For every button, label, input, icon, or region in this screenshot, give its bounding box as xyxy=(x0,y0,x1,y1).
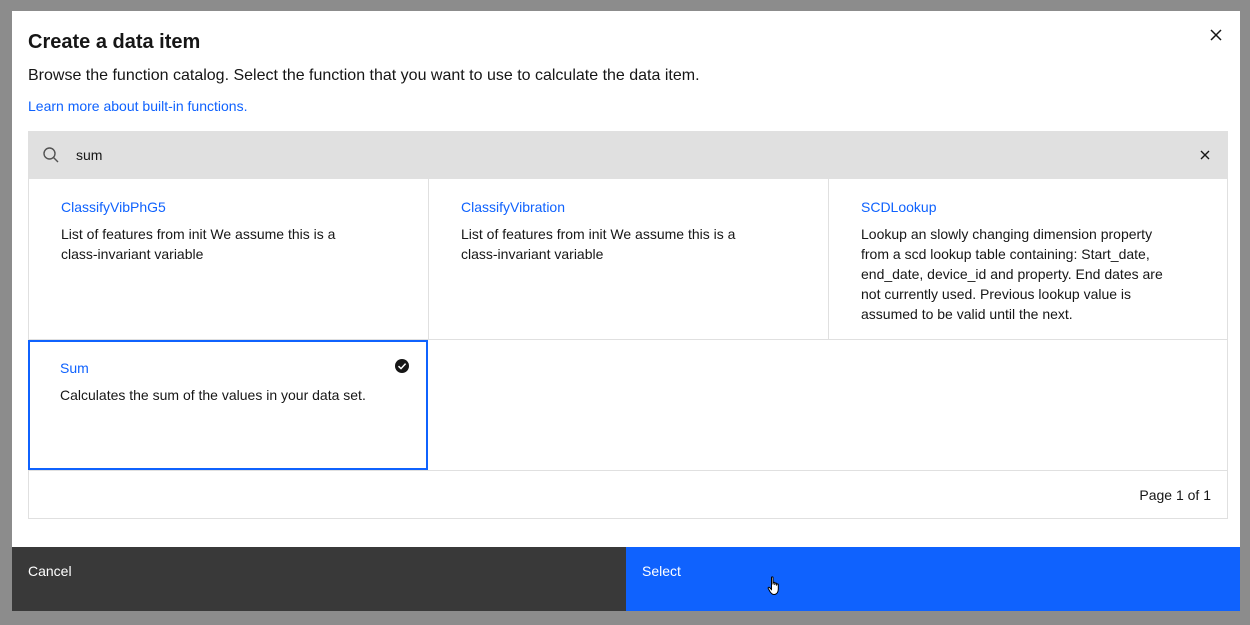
select-button[interactable]: Select xyxy=(626,547,1240,611)
checkmark-filled-icon xyxy=(395,359,409,373)
modal-subtitle: Browse the function catalog. Select the … xyxy=(28,67,700,84)
hand-pointer-icon xyxy=(767,576,779,596)
search-icon xyxy=(43,147,59,163)
pagination-text: Page 1 of 1 xyxy=(1139,487,1211,503)
modal-close-button[interactable] xyxy=(1206,25,1226,45)
modal-footer: Cancel Select xyxy=(12,547,1240,611)
create-data-item-modal: Create a data item Browse the function c… xyxy=(12,11,1240,611)
function-description: List of features from init We assume thi… xyxy=(461,226,736,262)
search-input[interactable] xyxy=(76,131,1166,179)
function-name: ClassifyVibration xyxy=(461,199,566,215)
pagination: Page 1 of 1 xyxy=(29,470,1227,518)
function-catalog: ClassifyVibPhG5 List of features from in… xyxy=(28,179,1228,519)
function-tile[interactable]: SCDLookup Lookup an slowly changing dime… xyxy=(829,179,1227,340)
close-icon[interactable] xyxy=(1198,148,1212,162)
learn-more-link[interactable]: Learn more about built-in functions. xyxy=(28,97,247,115)
function-name: ClassifyVibPhG5 xyxy=(61,199,166,215)
function-description: List of features from init We assume thi… xyxy=(61,226,336,262)
cancel-button[interactable]: Cancel xyxy=(12,547,626,611)
select-button-label: Select xyxy=(642,563,681,579)
cancel-button-label: Cancel xyxy=(28,563,72,579)
function-name: Sum xyxy=(60,360,89,376)
function-tile-selected[interactable]: Sum Calculates the sum of the values in … xyxy=(28,340,428,470)
search-bar xyxy=(28,131,1228,179)
function-name: SCDLookup xyxy=(861,199,937,215)
close-icon xyxy=(1210,29,1222,41)
function-description: Calculates the sum of the values in your… xyxy=(60,387,366,403)
function-tile[interactable]: ClassifyVibPhG5 List of features from in… xyxy=(29,179,429,340)
function-description: Lookup an slowly changing dimension prop… xyxy=(861,226,1163,322)
function-tile[interactable]: ClassifyVibration List of features from … xyxy=(429,179,829,340)
modal-title: Create a data item xyxy=(28,31,201,53)
